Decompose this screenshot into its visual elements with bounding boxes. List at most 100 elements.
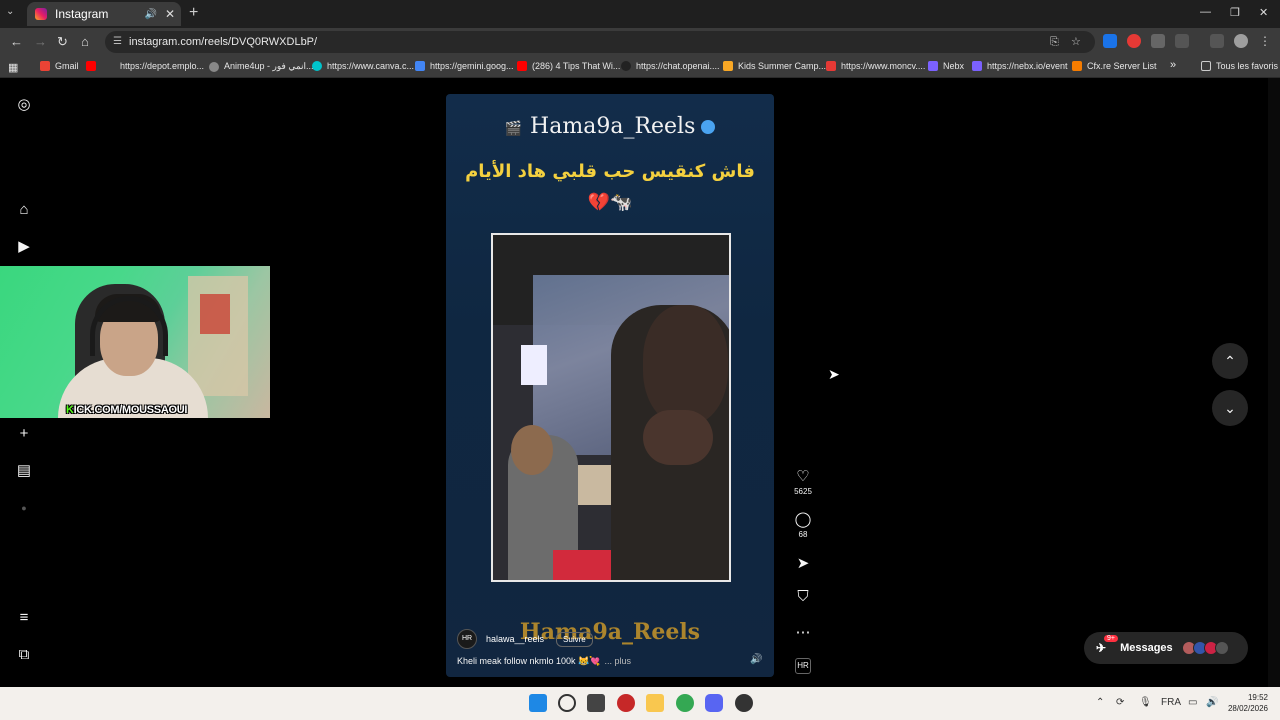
- bookmark-item[interactable]: https://chat.openai....: [621, 61, 720, 71]
- more-menu-icon[interactable]: ≡: [15, 609, 33, 627]
- bookmark-item[interactable]: https://gemini.goog...: [415, 61, 514, 71]
- reel-video-card[interactable]: 🎬 Hama9a_Reels فاش كنقيس حب قلبي هاد الأي…: [446, 94, 774, 677]
- bookmark-item[interactable]: https://www.moncv....: [826, 61, 925, 71]
- language-indicator[interactable]: FRA: [1161, 697, 1181, 708]
- tab-audio-icon[interactable]: 🔊: [144, 9, 156, 20]
- bookmark-item[interactable]: (286) 4 Tips That Wi...: [517, 61, 620, 71]
- instagram-logo-icon[interactable]: ◎: [15, 96, 33, 114]
- share-action[interactable]: ➤: [788, 554, 818, 572]
- minimize-button[interactable]: —: [1200, 6, 1211, 18]
- instagram-page: ◎ ⌂ ▶ + ▤ ● ≡ ⧉ KICK.COM/MOUSSAOUI 🎬 Hama…: [0, 78, 1280, 687]
- back-button[interactable]: ←: [10, 34, 23, 49]
- task-view-icon[interactable]: [587, 694, 605, 712]
- apps-grid-icon[interactable]: ▦: [8, 61, 18, 74]
- bookmark-item[interactable]: Anime4up - انمي فور...: [209, 61, 314, 72]
- video-scene-hand: [643, 410, 713, 465]
- search-icon[interactable]: [558, 694, 576, 712]
- tab-title: Instagram: [55, 7, 109, 21]
- windows-taskbar: ⌃ ⟳ 🎙 FRA ▭ 🔊 19:52 28/02/2026: [0, 687, 1280, 720]
- webcam-overlay: KICK.COM/MOUSSAOUI: [0, 266, 270, 418]
- browser-tab-strip: ⌄ Instagram 🔊 ✕ + — ❐ ✕: [0, 0, 1280, 28]
- video-scene-person-head: [511, 425, 553, 475]
- extensions-puzzle-icon[interactable]: [1175, 34, 1189, 48]
- messages-button[interactable]: ✈ 9+ Messages: [1084, 632, 1248, 664]
- discord-icon[interactable]: [705, 694, 723, 712]
- bookmark-star-icon[interactable]: ☆: [1071, 31, 1081, 53]
- tab-search-icon[interactable]: ⌄: [6, 6, 14, 17]
- bookmark-favicon: [40, 61, 50, 71]
- forward-button[interactable]: →: [34, 34, 47, 49]
- follow-button[interactable]: Suivre: [556, 631, 593, 647]
- extension-icon-2[interactable]: [1127, 34, 1141, 48]
- also-from-meta-icon[interactable]: ⧉: [15, 646, 33, 664]
- browser-tab-instagram[interactable]: Instagram 🔊 ✕: [27, 2, 181, 26]
- restore-button[interactable]: ❐: [1230, 6, 1240, 19]
- like-action[interactable]: ♡ 5625: [788, 467, 818, 496]
- mouse-cursor-icon: ➤: [828, 366, 840, 382]
- author-avatar[interactable]: HR: [457, 629, 477, 649]
- more-options-icon[interactable]: ⋯: [788, 623, 818, 641]
- comment-icon[interactable]: ◯: [788, 510, 818, 528]
- save-action[interactable]: ⛉: [788, 588, 818, 605]
- extension-icon-1[interactable]: [1103, 34, 1117, 48]
- bookmark-item[interactable]: https://www.canva.c...: [312, 61, 414, 71]
- home-button[interactable]: ⌂: [81, 34, 89, 49]
- address-bar[interactable]: ☰ instagram.com/reels/DVQ0RWXDLbP/ ⎘ ☆: [105, 31, 1095, 53]
- site-info-icon[interactable]: ☰: [113, 31, 122, 53]
- file-explorer-icon[interactable]: [646, 694, 664, 712]
- all-bookmarks-folder[interactable]: Tous les favoris: [1201, 61, 1278, 71]
- more-bookmarks-chevron-icon[interactable]: »: [1170, 59, 1176, 71]
- bookmark-item[interactable]: Nebx: [928, 61, 964, 71]
- media-control-icon[interactable]: [1210, 34, 1224, 48]
- next-reel-chevron-down-icon[interactable]: ⌄: [1212, 390, 1248, 426]
- background-object: [200, 294, 230, 334]
- mute-toggle-icon[interactable]: 🔊: [750, 654, 762, 665]
- tab-close-icon[interactable]: ✕: [165, 7, 175, 21]
- profile-avatar-icon[interactable]: [1234, 34, 1248, 48]
- bookmark-item[interactable]: Gmail: [40, 61, 79, 71]
- bookmark-item[interactable]: Cfx.re Server List: [1072, 61, 1157, 71]
- heart-icon[interactable]: ♡: [788, 467, 818, 485]
- reels-icon[interactable]: ▶: [15, 238, 33, 256]
- extension-icon-3[interactable]: [1151, 34, 1165, 48]
- volume-icon[interactable]: 🔊: [1206, 697, 1218, 708]
- author-username[interactable]: halawa__reels: [486, 634, 544, 644]
- page-scrollbar[interactable]: [1268, 78, 1280, 687]
- tray-sync-icon[interactable]: ⟳: [1116, 697, 1124, 708]
- bookmarks-bar: ▦ Gmail https://depot.emplo... Anime4up …: [0, 56, 1280, 78]
- audio-avatar[interactable]: HR: [788, 658, 818, 674]
- message-avatars: [1181, 641, 1229, 655]
- new-tab-button[interactable]: +: [189, 4, 198, 22]
- clapperboard-icon: 🎬: [504, 121, 523, 137]
- bookmark-item[interactable]: Kids Summer Camp...: [723, 61, 826, 71]
- reel-caption-arabic: فاش كنقيس حب قلبي هاد الأيام: [465, 161, 755, 182]
- install-app-icon[interactable]: ⎘: [1050, 31, 1059, 53]
- comment-action[interactable]: ◯ 68: [788, 510, 818, 539]
- avatar: [1214, 641, 1229, 655]
- bookmark-item[interactable]: https://depot.emplo...: [86, 61, 204, 71]
- dashboard-icon[interactable]: ▤: [15, 462, 33, 480]
- home-icon[interactable]: ⌂: [15, 201, 33, 219]
- share-icon[interactable]: ➤: [788, 554, 818, 572]
- messages-label: Messages: [1120, 642, 1173, 654]
- close-window-button[interactable]: ✕: [1259, 6, 1268, 19]
- windows-start-icon[interactable]: [529, 694, 547, 712]
- system-clock[interactable]: 19:52 28/02/2026: [1228, 692, 1268, 714]
- reel-description: Kheli meak follow nkmlo 100k 😹💘... plus: [457, 656, 631, 666]
- bookmark-icon[interactable]: ⛉: [788, 588, 818, 605]
- like-count: 5625: [794, 487, 812, 496]
- chrome-icon[interactable]: [676, 694, 694, 712]
- more-link[interactable]: ... plus: [604, 656, 631, 666]
- reload-button[interactable]: ↻: [57, 34, 68, 50]
- previous-reel-chevron-up-icon[interactable]: ⌃: [1212, 343, 1248, 379]
- browser-menu-icon[interactable]: ⋮: [1258, 34, 1272, 48]
- tray-mic-icon[interactable]: 🎙: [1139, 697, 1152, 708]
- reel-video-frame[interactable]: [491, 233, 731, 582]
- create-plus-icon[interactable]: +: [15, 425, 33, 443]
- network-icon[interactable]: ▭: [1188, 697, 1197, 708]
- bookmark-item[interactable]: https://nebx.io/event: [972, 61, 1068, 71]
- app-icon-dark[interactable]: [735, 694, 753, 712]
- tray-chevron-icon[interactable]: ⌃: [1096, 697, 1104, 708]
- app-icon-red[interactable]: [617, 694, 635, 712]
- profile-avatar-icon[interactable]: ●: [15, 499, 33, 517]
